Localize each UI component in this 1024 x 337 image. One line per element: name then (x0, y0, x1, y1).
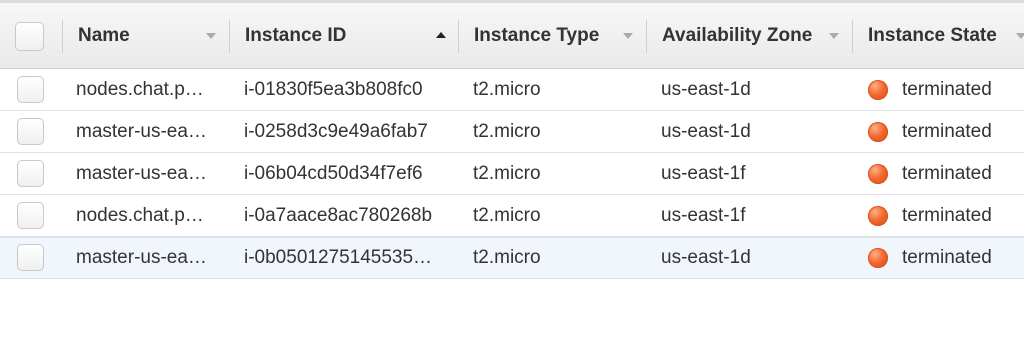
row-checkbox[interactable] (17, 159, 44, 187)
instance-state-label: terminated (902, 204, 992, 226)
table-row[interactable]: master-us-ea… i-0258d3c9e49a6fab7 t2.mic… (0, 111, 1024, 153)
cell-name: master-us-ea… (76, 162, 207, 184)
cell-name: master-us-ea… (76, 247, 207, 268)
sort-ascending-icon[interactable] (436, 31, 446, 38)
cell-availability-zone: us-east-1f (661, 162, 746, 184)
cell-availability-zone: us-east-1f (661, 204, 746, 226)
instance-state-label: terminated (902, 78, 992, 100)
cell-instance-id: i-0b0501275145535… (244, 247, 433, 268)
cell-instance-state: terminated (868, 195, 1018, 236)
cell-instance-id: i-0258d3c9e49a6fab7 (244, 120, 428, 142)
column-header-instance-type[interactable]: Instance Type (474, 3, 624, 68)
column-separator[interactable] (229, 20, 230, 53)
instance-state-label: terminated (902, 162, 992, 184)
cell-instance-type: t2.micro (473, 204, 541, 226)
row-checkbox[interactable] (17, 201, 44, 229)
cell-availability-zone: us-east-1d (661, 247, 751, 268)
column-header-instance-type-label: Instance Type (474, 24, 600, 46)
table-row[interactable]: master-us-ea… i-06b04cd50d34f7ef6 t2.mic… (0, 153, 1024, 195)
row-checkbox[interactable] (17, 244, 44, 271)
cell-instance-state: terminated (868, 69, 1018, 110)
column-header-availability-zone[interactable]: Availability Zone (662, 3, 842, 68)
cell-instance-type: t2.micro (473, 120, 541, 142)
sort-instance-type-icon[interactable] (623, 32, 633, 39)
column-header-instance-id[interactable]: Instance ID (245, 3, 445, 68)
terminated-status-icon (868, 79, 888, 100)
cell-instance-id: i-01830f5ea3b808fc0 (244, 78, 423, 100)
select-all-checkbox[interactable] (15, 21, 44, 51)
instances-table: Name Instance ID Instance Type Availabil… (0, 0, 1024, 279)
row-checkbox[interactable] (17, 117, 44, 145)
terminated-status-icon (868, 163, 888, 184)
terminated-status-icon (868, 205, 888, 226)
cell-instance-state: terminated (868, 238, 1018, 278)
column-header-availability-zone-label: Availability Zone (662, 24, 813, 46)
column-header-name-label: Name (78, 24, 130, 46)
cell-name: master-us-ea… (76, 120, 207, 142)
cell-instance-id: i-0a7aace8ac780268b (244, 204, 433, 226)
cell-instance-id: i-06b04cd50d34f7ef6 (244, 162, 423, 184)
cell-availability-zone: us-east-1d (661, 78, 751, 100)
sort-availability-zone-icon[interactable] (829, 32, 839, 39)
column-header-instance-state-label: Instance State (868, 24, 997, 46)
cell-instance-state: terminated (868, 153, 1018, 194)
column-separator[interactable] (852, 20, 853, 53)
column-separator[interactable] (62, 20, 63, 53)
cell-instance-type: t2.micro (473, 247, 541, 268)
cell-instance-state: terminated (868, 111, 1018, 152)
cell-name: nodes.chat.p… (76, 204, 204, 226)
cell-instance-type: t2.micro (473, 78, 541, 100)
row-checkbox[interactable] (17, 75, 44, 103)
cell-instance-type: t2.micro (473, 162, 541, 184)
sort-instance-state-icon[interactable] (1016, 32, 1024, 39)
column-header-instance-id-label: Instance ID (245, 24, 347, 46)
table-header-row: Name Instance ID Instance Type Availabil… (0, 3, 1024, 69)
table-row[interactable]: nodes.chat.p… i-01830f5ea3b808fc0 t2.mic… (0, 69, 1024, 111)
cell-availability-zone: us-east-1d (661, 120, 751, 142)
terminated-status-icon (868, 121, 888, 142)
table-row[interactable]: master-us-ea… i-0b0501275145535… t2.micr… (0, 237, 1024, 279)
terminated-status-icon (868, 248, 888, 268)
sort-name-icon[interactable] (206, 32, 216, 39)
instance-state-label: terminated (902, 247, 992, 268)
instance-state-label: terminated (902, 120, 992, 142)
column-header-instance-state[interactable]: Instance State (868, 3, 1013, 68)
table-row[interactable]: nodes.chat.p… i-0a7aace8ac780268b t2.mic… (0, 195, 1024, 237)
column-separator[interactable] (458, 20, 459, 53)
cell-name: nodes.chat.p… (76, 78, 204, 100)
column-separator[interactable] (646, 20, 647, 53)
